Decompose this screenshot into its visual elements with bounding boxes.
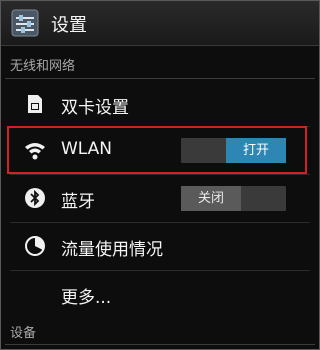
data-usage-icon: [23, 234, 47, 258]
list-item-data-usage[interactable]: 流量使用情况: [1, 224, 319, 268]
section-header-device: 设备: [10, 326, 37, 341]
section-header-wireless: 无线和网络: [10, 59, 76, 74]
bluetooth-label: 蓝牙: [61, 192, 95, 212]
divider: [10, 222, 310, 223]
highlight-box: [7, 126, 307, 174]
bluetooth-toggle[interactable]: 关闭: [181, 186, 286, 211]
page-title: 设置: [51, 15, 87, 36]
list-item-more[interactable]: 更多...: [1, 272, 319, 316]
divider: [10, 174, 310, 175]
list-item-bluetooth[interactable]: 蓝牙 关闭: [1, 176, 319, 220]
bluetooth-icon: [23, 186, 47, 210]
list-item-dual-sim[interactable]: 双卡设置: [1, 82, 319, 126]
more-label: 更多...: [61, 288, 112, 308]
divider: [10, 270, 310, 271]
settings-sliders-icon[interactable]: [11, 9, 39, 37]
section-divider: [5, 344, 315, 345]
bluetooth-toggle-off-label: 关闭: [181, 186, 241, 211]
data-usage-label: 流量使用情况: [61, 240, 163, 260]
action-bar: 设置: [1, 1, 319, 46]
dual-sim-label: 双卡设置: [61, 98, 129, 118]
section-divider: [5, 78, 315, 79]
sim-card-icon: [23, 92, 47, 116]
